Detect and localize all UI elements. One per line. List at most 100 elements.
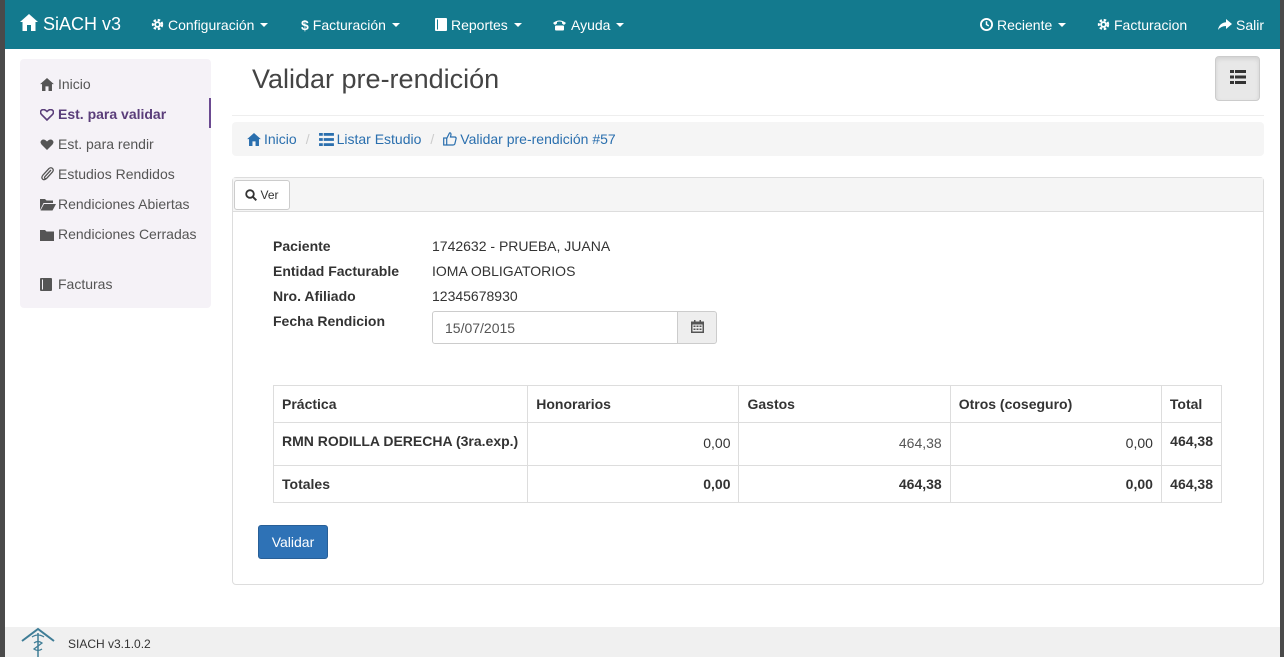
menu-ayuda-label: Ayuda bbox=[571, 16, 611, 33]
calendar-icon bbox=[690, 319, 704, 336]
caret-down-icon bbox=[391, 22, 400, 27]
sidebar-item-label: Rendiciones Cerradas bbox=[58, 226, 197, 242]
brand-title: SiACH v3 bbox=[43, 14, 122, 34]
calendar-button[interactable] bbox=[677, 311, 717, 344]
table-row: RMN RODILLA DERECHA (3ra.exp.) 0,00 464,… bbox=[272, 422, 1223, 466]
siach-logo-icon bbox=[20, 627, 56, 657]
phone-icon bbox=[552, 19, 567, 31]
breadcrumb-validar[interactable]: Validar pre-rendición #57 bbox=[443, 131, 616, 147]
totals-gastos: 464,38 bbox=[738, 465, 951, 503]
sidebar-active-indicator bbox=[209, 98, 211, 128]
breadcrumb-listar-estudio[interactable]: Listar Estudio bbox=[318, 131, 421, 147]
folder-icon bbox=[40, 229, 56, 241]
heart-icon bbox=[40, 139, 56, 151]
list-view-button[interactable] bbox=[1215, 56, 1260, 101]
fecha-rendicion-input[interactable] bbox=[432, 311, 678, 344]
search-icon bbox=[245, 189, 258, 201]
totals-honorarios: 0,00 bbox=[527, 465, 740, 503]
menu-reciente-label: Reciente bbox=[997, 16, 1053, 33]
app-version: SIACH v3.1.0.2 bbox=[68, 637, 151, 651]
breadcrumb-label: Inicio bbox=[264, 131, 297, 147]
header-total: Total bbox=[1160, 385, 1223, 423]
header-practica: Práctica bbox=[272, 385, 529, 423]
home-icon bbox=[247, 132, 261, 146]
caret-down-icon bbox=[513, 22, 522, 27]
app-frame: SiACH v3 Configuración $ Facturación Rep… bbox=[5, 0, 1280, 657]
cell-practica: RMN RODILLA DERECHA (3ra.exp.) bbox=[272, 422, 529, 466]
header-honorarios: Honorarios bbox=[527, 385, 740, 423]
sidebar-item-label: Est. para validar bbox=[58, 106, 167, 122]
menu-facturacion[interactable]: $ Facturación bbox=[301, 0, 400, 49]
validar-button[interactable]: Validar bbox=[258, 525, 328, 559]
sidebar: Inicio Est. para validar Est. para rendi… bbox=[20, 59, 211, 308]
share-icon bbox=[1218, 18, 1232, 31]
breadcrumb: Inicio / Listar Estudio / Validar pre-re… bbox=[232, 122, 1264, 156]
home-icon bbox=[40, 78, 56, 91]
footer: SIACH v3.1.0.2 bbox=[5, 627, 1280, 657]
cell-honorarios: 0,00 bbox=[527, 422, 740, 466]
sidebar-item-est-para-rendir[interactable]: Est. para rendir bbox=[40, 134, 208, 154]
logout-label: Salir bbox=[1236, 16, 1265, 33]
caret-down-icon bbox=[1058, 22, 1067, 27]
totals-row: Totales 0,00 464,38 0,00 464,38 bbox=[272, 465, 1223, 503]
estudio-panel: Ver Paciente 1742632 - PRUEBA, JUANA Ent… bbox=[232, 177, 1264, 585]
home-icon bbox=[20, 13, 43, 36]
caret-down-icon bbox=[260, 22, 269, 27]
page-title: Validar pre-rendición bbox=[252, 64, 500, 94]
menu-reportes[interactable]: Reportes bbox=[435, 0, 522, 49]
sidebar-item-label: Estudios Rendidos bbox=[58, 166, 175, 182]
sidebar-item-label: Inicio bbox=[58, 76, 91, 92]
sidebar-item-rendiciones-abiertas[interactable]: Rendiciones Abiertas bbox=[40, 194, 208, 214]
totals-label: Totales bbox=[272, 465, 529, 503]
label-entidad-facturable: Entidad Facturable bbox=[273, 263, 400, 279]
sidebar-item-est-para-validar[interactable]: Est. para validar bbox=[40, 104, 208, 124]
sidebar-item-facturas[interactable]: Facturas bbox=[40, 274, 208, 294]
paperclip-icon bbox=[40, 167, 56, 181]
menu-configuracion-label: Configuración bbox=[168, 16, 255, 33]
dollar-icon: $ bbox=[301, 16, 309, 33]
label-paciente: Paciente bbox=[273, 238, 331, 254]
cell-otros: 0,00 bbox=[949, 422, 1162, 466]
value-paciente: 1742632 - PRUEBA, JUANA bbox=[432, 238, 611, 254]
totals-otros: 0,00 bbox=[949, 465, 1162, 503]
menu-ayuda[interactable]: Ayuda bbox=[552, 0, 625, 49]
tab-ver-label: Ver bbox=[260, 188, 279, 202]
table-header-row: Práctica Honorarios Gastos Otros (cosegu… bbox=[272, 385, 1223, 423]
caret-down-icon bbox=[616, 22, 625, 27]
value-entidad-facturable: IOMA OBLIGATORIOS bbox=[432, 263, 576, 279]
label-fecha-rendicion: Fecha Rendicion bbox=[273, 313, 386, 329]
tab-ver[interactable]: Ver bbox=[234, 180, 290, 210]
nav-facturacion-link[interactable]: Facturacion bbox=[1097, 0, 1187, 49]
sidebar-item-rendiciones-cerradas[interactable]: Rendiciones Cerradas bbox=[40, 224, 208, 244]
label-nro-afiliado: Nro. Afiliado bbox=[273, 288, 356, 304]
nav-facturacion-label: Facturacion bbox=[1114, 16, 1188, 33]
gear-icon bbox=[151, 18, 164, 31]
header-otros: Otros (coseguro) bbox=[949, 385, 1162, 423]
totals-total: 464,38 bbox=[1160, 465, 1223, 503]
menu-reciente[interactable]: Reciente bbox=[980, 0, 1067, 49]
sidebar-item-label: Rendiciones Abiertas bbox=[58, 196, 190, 212]
cell-total: 464,38 bbox=[1160, 422, 1223, 466]
breadcrumb-inicio[interactable]: Inicio bbox=[247, 131, 297, 147]
breadcrumb-separator: / bbox=[305, 131, 310, 147]
logout-link[interactable]: Salir bbox=[1218, 0, 1264, 49]
cell-gastos: 464,38 bbox=[738, 422, 951, 466]
menu-facturacion-label: Facturación bbox=[312, 16, 386, 33]
value-nro-afiliado: 12345678930 bbox=[432, 288, 518, 304]
thumbs-up-icon bbox=[443, 132, 458, 146]
top-navbar: SiACH v3 Configuración $ Facturación Rep… bbox=[5, 0, 1280, 49]
practicas-table: Práctica Honorarios Gastos Otros (cosegu… bbox=[272, 385, 1223, 503]
brand-link[interactable]: SiACH v3 bbox=[20, 0, 121, 49]
folder-open-icon bbox=[40, 198, 56, 211]
sidebar-item-estudios-rendidos[interactable]: Estudios Rendidos bbox=[40, 164, 208, 184]
panel-header: Ver bbox=[233, 178, 1263, 212]
fecha-rendicion-group bbox=[432, 311, 717, 344]
list-icon bbox=[1229, 70, 1246, 87]
clock-icon bbox=[980, 18, 993, 31]
menu-configuracion[interactable]: Configuración bbox=[151, 0, 269, 49]
sidebar-item-inicio[interactable]: Inicio bbox=[40, 74, 208, 94]
header-gastos: Gastos bbox=[738, 385, 951, 423]
book-icon bbox=[40, 278, 56, 291]
breadcrumb-separator: / bbox=[430, 131, 435, 147]
list-icon bbox=[318, 132, 334, 146]
